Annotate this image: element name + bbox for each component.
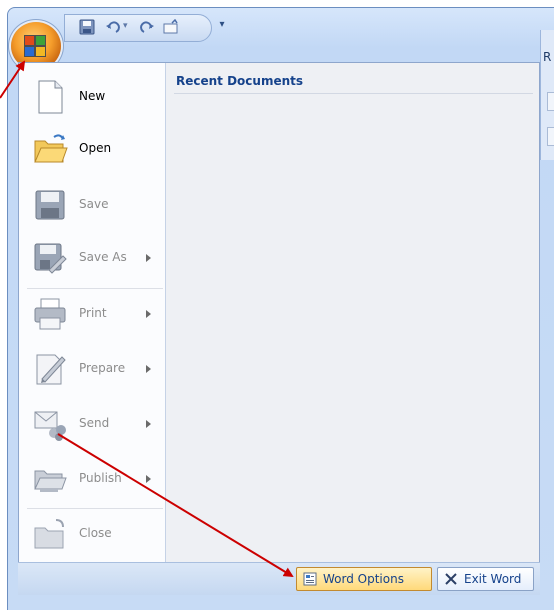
customize-qat-icon[interactable]: ▾ [217,18,227,32]
menu-item-open[interactable]: Open [19,124,165,174]
menu-item-label: New [79,89,106,103]
submenu-arrow-icon [146,365,151,373]
submenu-arrow-icon [146,475,151,483]
menu-item-label: Close [79,526,112,540]
submenu-arrow-icon [146,254,151,262]
submenu-arrow-icon [146,310,151,318]
menu-commands-panel: New Open Save Save As Print Prepare Send… [19,63,166,569]
new-document-icon [38,80,63,114]
menu-item-label: Save [79,197,109,211]
save-icon [35,190,65,220]
save-as-icon [34,243,67,274]
menu-item-label: Open [79,141,112,155]
menu-item-label: Print [79,306,107,320]
menu-item-label: Save As [79,250,127,264]
recent-documents-separator [174,93,533,94]
menu-item-print[interactable]: Print [19,289,165,339]
menu-item-new[interactable]: New [19,72,165,122]
submenu-arrow-icon [146,420,151,428]
menu-footer: Word Options Exit Word [18,562,540,595]
send-icon [34,411,66,441]
quick-access-toolbar: ▾ [64,14,212,42]
office-logo-icon [24,35,35,46]
menu-item-save[interactable]: Save [19,180,165,230]
menu-item-label: Send [79,416,110,430]
office-logo-square [35,46,46,57]
word-options-label: Word Options [323,572,404,586]
exit-x-icon [445,573,457,585]
publish-icon [34,470,67,492]
undo-icon[interactable] [105,19,121,35]
redo-icon[interactable] [139,19,155,35]
printer-icon [34,298,66,330]
menu-item-save-as[interactable]: Save As [19,233,165,283]
menu-item-label: Publish [79,471,122,485]
recent-documents-title: Recent Documents [176,74,304,88]
exit-word-button[interactable]: Exit Word [437,567,534,591]
menu-item-label: Prepare [79,361,126,375]
ribbon-peek-button [547,92,554,111]
ribbon-peek-label: R [543,50,552,64]
menu-item-publish[interactable]: Publish [19,454,165,504]
office-logo-square [35,35,46,46]
open-folder-icon[interactable] [163,19,179,35]
menu-item-close[interactable]: Close [19,509,165,559]
open-folder-icon [34,134,68,163]
menu-item-prepare[interactable]: Prepare [19,344,165,394]
prepare-document-icon [36,354,66,385]
word-options-button[interactable]: Word Options [296,567,432,591]
save-icon[interactable] [79,19,95,35]
ribbon-peek-button [547,127,554,146]
close-folder-icon [34,519,64,549]
office-logo-square [24,46,35,57]
undo-dropdown-icon[interactable]: ▾ [123,21,128,31]
exit-word-label: Exit Word [464,572,522,586]
office-menu: New Open Save Save As Print Prepare Send… [18,62,540,574]
menu-item-send[interactable]: Send [19,399,165,449]
options-icon [303,572,317,586]
recent-documents-panel: Recent Documents [166,63,539,569]
